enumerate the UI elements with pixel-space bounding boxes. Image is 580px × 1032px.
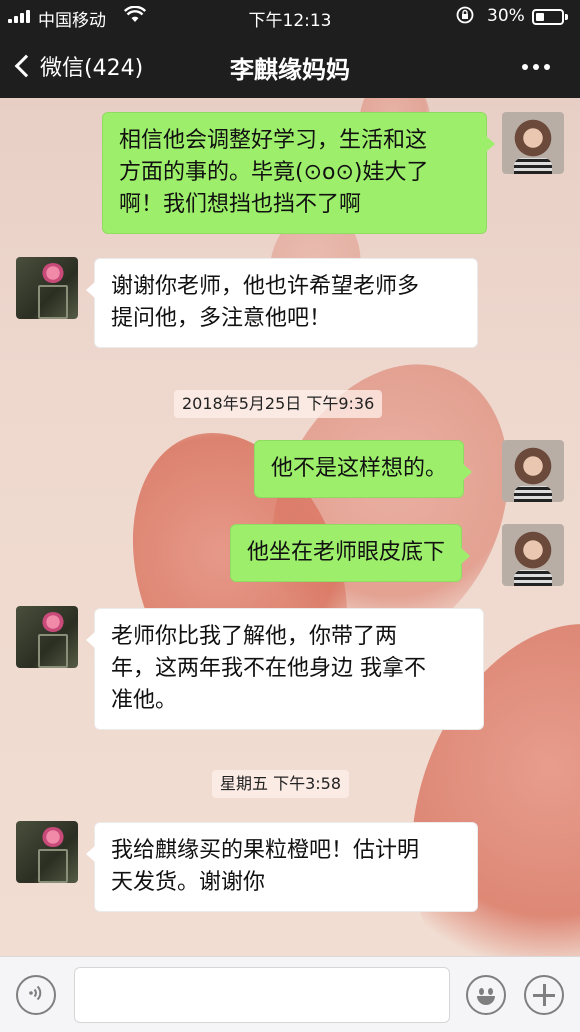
incoming-message[interactable]: 我给麒缘买的果粒橙吧！估计明 天发货。谢谢你 [86, 822, 478, 912]
message-line: 他坐在老师眼皮底下 [247, 540, 446, 565]
more-options-icon[interactable] [522, 64, 550, 70]
message-input[interactable] [74, 967, 450, 1023]
message-line: 准他。 [111, 688, 178, 713]
back-label: 微信(424) [40, 56, 144, 81]
teacher-avatar[interactable] [502, 440, 564, 502]
message-line: 相信他会调整好学习，生活和这 [119, 128, 428, 153]
voice-button[interactable] [16, 975, 56, 1015]
outgoing-message[interactable]: 他不是这样想的。 [254, 440, 473, 498]
incoming-message[interactable]: 谢谢你老师，他也许希望老师多 提问他，多注意他吧！ [86, 258, 478, 348]
message-line: 啊！我们想挡也挡不了啊 [119, 192, 362, 217]
timestamp: 2018年5月25日 下午9:36 [174, 390, 383, 418]
message-line: 提问他，多注意他吧！ [111, 306, 332, 331]
nav-bar: 微信(424) 李麒缘妈妈 [0, 34, 580, 98]
parent-avatar[interactable] [16, 821, 78, 883]
plus-icon [533, 984, 555, 1006]
outgoing-message[interactable]: 他坐在老师眼皮底下 [230, 524, 471, 582]
teacher-avatar[interactable] [502, 524, 564, 586]
outgoing-message[interactable]: 相信他会调整好学习，生活和这 方面的事的。毕竟(⊙o⊙)娃大了 啊！我们想挡也挡… [102, 112, 495, 234]
message-line: 谢谢你老师，他也许希望老师多 [111, 274, 420, 299]
timestamp: 星期五 下午3:58 [212, 770, 350, 798]
message-line: 他不是这样想的。 [271, 456, 448, 481]
input-bar [0, 956, 580, 1032]
parent-avatar[interactable] [16, 257, 78, 319]
more-functions-button[interactable] [524, 975, 564, 1015]
message-line: 老师你比我了解他，你带了两 [111, 624, 398, 649]
incoming-message[interactable]: 老师你比我了解他，你带了两 年，这两年我不在他身边 我拿不 准他。 [86, 608, 484, 730]
status-bar: 中国移动 下午12:13 30% [0, 0, 580, 34]
back-button[interactable]: 微信(424) [10, 48, 143, 84]
parent-avatar[interactable] [16, 606, 78, 668]
message-line: 天发货。谢谢你 [111, 870, 266, 895]
teacher-avatar[interactable] [502, 112, 564, 174]
battery-icon [532, 9, 564, 25]
battery-percent: 30% [487, 6, 525, 26]
message-line: 方面的事的。毕竟(⊙o⊙)娃大了 [119, 160, 429, 185]
message-line: 年，这两年我不在他身边 我拿不 [111, 656, 426, 681]
voice-icon [27, 984, 45, 1006]
emoji-button[interactable] [466, 975, 506, 1015]
emoji-icon [472, 981, 500, 1009]
rotation-lock-icon [456, 6, 474, 28]
message-line: 我给麒缘买的果粒橙吧！估计明 [111, 838, 420, 863]
chevron-left-icon [14, 54, 38, 78]
